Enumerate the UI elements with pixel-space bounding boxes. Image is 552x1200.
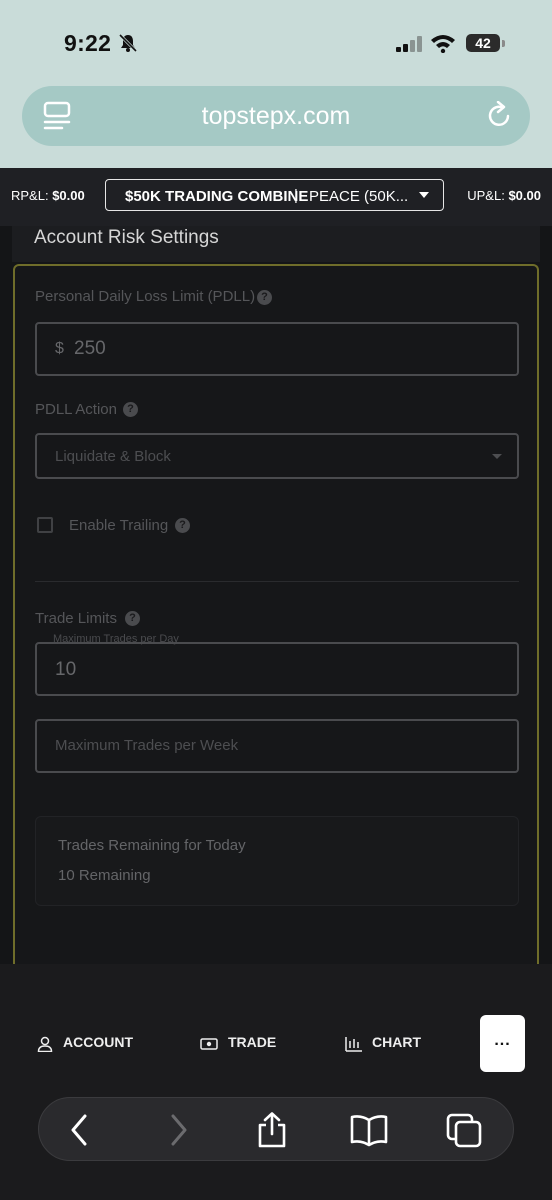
status-bar: 9:22 42 topstepx.com bbox=[0, 0, 552, 168]
realized-pnl: RP&L: $0.00 bbox=[11, 188, 85, 203]
page-title: Account Risk Settings bbox=[34, 227, 219, 248]
panel-header: Account Risk Settings bbox=[12, 226, 540, 262]
safari-toolbar bbox=[38, 1097, 514, 1161]
battery-nub bbox=[502, 40, 505, 47]
upl-label: UP&L: bbox=[467, 188, 505, 203]
help-icon[interactable]: ? bbox=[125, 611, 140, 626]
divider bbox=[35, 581, 519, 582]
upl-value: $0.00 bbox=[508, 188, 541, 203]
enable-trailing-checkbox[interactable] bbox=[37, 517, 53, 533]
back-icon[interactable] bbox=[67, 1112, 93, 1148]
remaining-value: 10 Remaining bbox=[58, 867, 151, 884]
pdll-value: 250 bbox=[74, 338, 106, 359]
remaining-title: Trades Remaining for Today bbox=[58, 837, 246, 854]
bookmarks-icon[interactable] bbox=[349, 1112, 389, 1148]
trade-limits-label: Trade Limits bbox=[35, 610, 117, 627]
battery-icon: 42 bbox=[466, 34, 500, 52]
pdll-action-value: Liquidate & Block bbox=[55, 448, 171, 465]
account-select[interactable]: $50K TRADING COMBINE | PEACE (50K... bbox=[105, 179, 444, 211]
wifi-icon bbox=[431, 35, 455, 53]
rpl-label: RP&L: bbox=[11, 188, 49, 203]
cellular-signal-icon bbox=[396, 36, 422, 52]
rpl-value: $0.00 bbox=[52, 188, 85, 203]
more-button[interactable]: ... bbox=[480, 1015, 525, 1072]
tabs-icon[interactable] bbox=[445, 1112, 483, 1148]
max-trades-day-value: 10 bbox=[55, 659, 77, 680]
chevron-down-icon bbox=[419, 192, 429, 198]
pdll-action-label: PDLL Action bbox=[35, 401, 117, 418]
account-bar: RP&L: $0.00 $50K TRADING COMBINE | PEACE… bbox=[0, 168, 552, 226]
nav-trade[interactable]: TRADE bbox=[228, 1034, 276, 1050]
url-bar[interactable]: topstepx.com bbox=[22, 86, 530, 146]
pdll-input[interactable]: $ 250 bbox=[35, 322, 519, 376]
help-icon[interactable]: ? bbox=[257, 290, 272, 305]
account-separator: | bbox=[294, 187, 298, 204]
nav-chart[interactable]: CHART bbox=[372, 1034, 421, 1050]
silent-bell-icon bbox=[118, 33, 138, 53]
account-name: $50K TRADING COMBINE bbox=[125, 188, 309, 205]
chart-icon bbox=[345, 1037, 362, 1052]
reload-icon[interactable] bbox=[486, 101, 514, 131]
nav-account[interactable]: ACCOUNT bbox=[63, 1034, 133, 1050]
trades-remaining-card: Trades Remaining for Today 10 Remaining bbox=[35, 816, 519, 906]
bottom-nav: ACCOUNT TRADE CHART ... bbox=[0, 964, 552, 1200]
help-icon[interactable]: ? bbox=[123, 402, 138, 417]
share-icon[interactable] bbox=[255, 1112, 289, 1148]
max-trades-day-input[interactable]: 10 bbox=[35, 642, 519, 696]
more-label: ... bbox=[494, 1032, 511, 1049]
max-trades-week-input[interactable]: Maximum Trades per Week bbox=[35, 719, 519, 773]
unrealized-pnl: UP&L: $0.00 bbox=[467, 188, 541, 203]
battery-level: 42 bbox=[475, 35, 491, 51]
main-content: Account Risk Settings Personal Daily Los… bbox=[0, 226, 552, 1004]
max-trades-week-placeholder: Maximum Trades per Week bbox=[55, 737, 239, 754]
enable-trailing-label: Enable Trailing bbox=[69, 517, 169, 534]
status-time: 9:22 bbox=[64, 30, 112, 56]
chevron-down-icon bbox=[492, 454, 502, 459]
forward-icon[interactable] bbox=[165, 1112, 191, 1148]
help-icon[interactable]: ? bbox=[175, 518, 190, 533]
currency-symbol: $ bbox=[55, 340, 64, 357]
pdll-label: Personal Daily Loss Limit (PDLL) bbox=[35, 288, 256, 305]
risk-settings-panel: Personal Daily Loss Limit (PDLL) ? $ 250… bbox=[13, 264, 539, 1004]
account-subname: PEACE (50K... bbox=[309, 188, 409, 205]
user-icon bbox=[37, 1036, 53, 1052]
url-text[interactable]: topstepx.com bbox=[22, 102, 530, 131]
money-icon bbox=[200, 1038, 218, 1050]
pdll-action-select[interactable]: Liquidate & Block bbox=[35, 433, 519, 479]
